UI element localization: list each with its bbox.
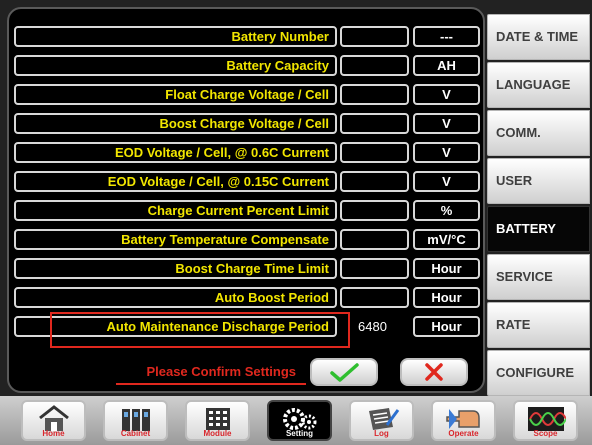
setting-unit: V <box>413 113 480 134</box>
setting-label: Float Charge Voltage / Cell <box>14 84 337 105</box>
tab-date-time[interactable]: DATE & TIME <box>487 14 590 60</box>
setting-value-input[interactable] <box>340 171 409 192</box>
nav-label: Home <box>42 429 65 438</box>
nav-label: Setting <box>285 429 314 438</box>
nav-label: Log <box>374 429 389 438</box>
nav-module-button[interactable]: Module <box>185 400 250 441</box>
setting-label: Charge Current Percent Limit <box>14 200 337 221</box>
setting-row: Boost Charge Time Limit Hour <box>14 258 480 281</box>
setting-unit: Hour <box>413 258 480 279</box>
tab-battery[interactable]: BATTERY <box>487 206 590 252</box>
setting-row: Boost Charge Voltage / Cell V <box>14 113 480 136</box>
setting-label: Battery Number <box>14 26 337 47</box>
setting-value-input[interactable]: 6480 <box>340 316 409 337</box>
tab-user[interactable]: USER <box>487 158 590 204</box>
setting-unit: V <box>413 84 480 105</box>
nav-label: Scope <box>533 429 558 438</box>
setting-unit: mV/°C <box>413 229 480 250</box>
setting-label: Battery Capacity <box>14 55 337 76</box>
setting-label: EOD Voltage / Cell, @ 0.6C Current <box>14 142 337 163</box>
nav-operate-button[interactable]: Operate <box>431 400 496 441</box>
setting-value-input[interactable] <box>340 84 409 105</box>
setting-label: Boost Charge Voltage / Cell <box>14 113 337 134</box>
setting-label: Auto Boost Period <box>14 287 337 308</box>
setting-unit: V <box>413 142 480 163</box>
bottom-navigation: Home Cabinet Module Setting Log Operate Scope <box>0 396 592 445</box>
setting-unit: Hour <box>413 287 480 308</box>
setting-value-input[interactable] <box>340 142 409 163</box>
setting-label: Boost Charge Time Limit <box>14 258 337 279</box>
close-icon <box>425 363 443 381</box>
setting-value-input[interactable] <box>340 229 409 250</box>
nav-log-button[interactable]: Log <box>349 400 414 441</box>
nav-home-button[interactable]: Home <box>21 400 86 441</box>
setting-unit: % <box>413 200 480 221</box>
tab-comm[interactable]: COMM. <box>487 110 590 156</box>
setting-row: Float Charge Voltage / Cell V <box>14 84 480 107</box>
tab-language[interactable]: LANGUAGE <box>487 62 590 108</box>
cancel-button[interactable] <box>400 358 468 386</box>
setting-row: EOD Voltage / Cell, @ 0.6C Current V <box>14 142 480 165</box>
setting-value-input[interactable] <box>340 258 409 279</box>
setting-value-input[interactable] <box>340 200 409 221</box>
setting-row: Battery Capacity AH <box>14 55 480 78</box>
nav-label: Operate <box>448 429 479 438</box>
setting-value-input[interactable] <box>340 287 409 308</box>
setting-value-input[interactable] <box>340 113 409 134</box>
setting-row: Auto Boost Period Hour <box>14 287 480 310</box>
setting-label: Battery Temperature Compensate <box>14 229 337 250</box>
selected-row-highlight <box>50 312 350 348</box>
setting-label: EOD Voltage / Cell, @ 0.15C Current <box>14 171 337 192</box>
setting-row: EOD Voltage / Cell, @ 0.15C Current V <box>14 171 480 194</box>
nav-label: Cabinet <box>120 429 151 438</box>
nav-cabinet-button[interactable]: Cabinet <box>103 400 168 441</box>
setting-unit: AH <box>413 55 480 76</box>
setting-row: Charge Current Percent Limit% <box>14 200 480 223</box>
setting-unit: V <box>413 171 480 192</box>
confirm-button[interactable] <box>310 358 378 386</box>
tab-configure[interactable]: CONFIGURE <box>487 350 590 396</box>
tab-rate[interactable]: RATE <box>487 302 590 348</box>
tab-service[interactable]: SERVICE <box>487 254 590 300</box>
setting-unit: --- <box>413 26 480 47</box>
setting-row: Battery Number --- <box>14 26 480 49</box>
confirm-settings-label: Please Confirm Settings <box>116 359 306 385</box>
setting-unit: Hour <box>413 316 480 337</box>
nav-scope-button[interactable]: Scope <box>513 400 578 441</box>
screen: Battery Number --- Battery Capacity AH Float… <box>0 0 592 445</box>
check-icon <box>330 363 359 382</box>
nav-setting-button[interactable]: Setting <box>267 400 332 441</box>
setting-value-input[interactable] <box>340 55 409 76</box>
setting-row: Battery Temperature Compensate mV/°C <box>14 229 480 252</box>
settings-tabs: DATE & TIME LANGUAGE COMM. USER BATTERY SERVI… <box>487 14 590 396</box>
setting-value-input[interactable] <box>340 26 409 47</box>
nav-label: Module <box>203 429 232 438</box>
